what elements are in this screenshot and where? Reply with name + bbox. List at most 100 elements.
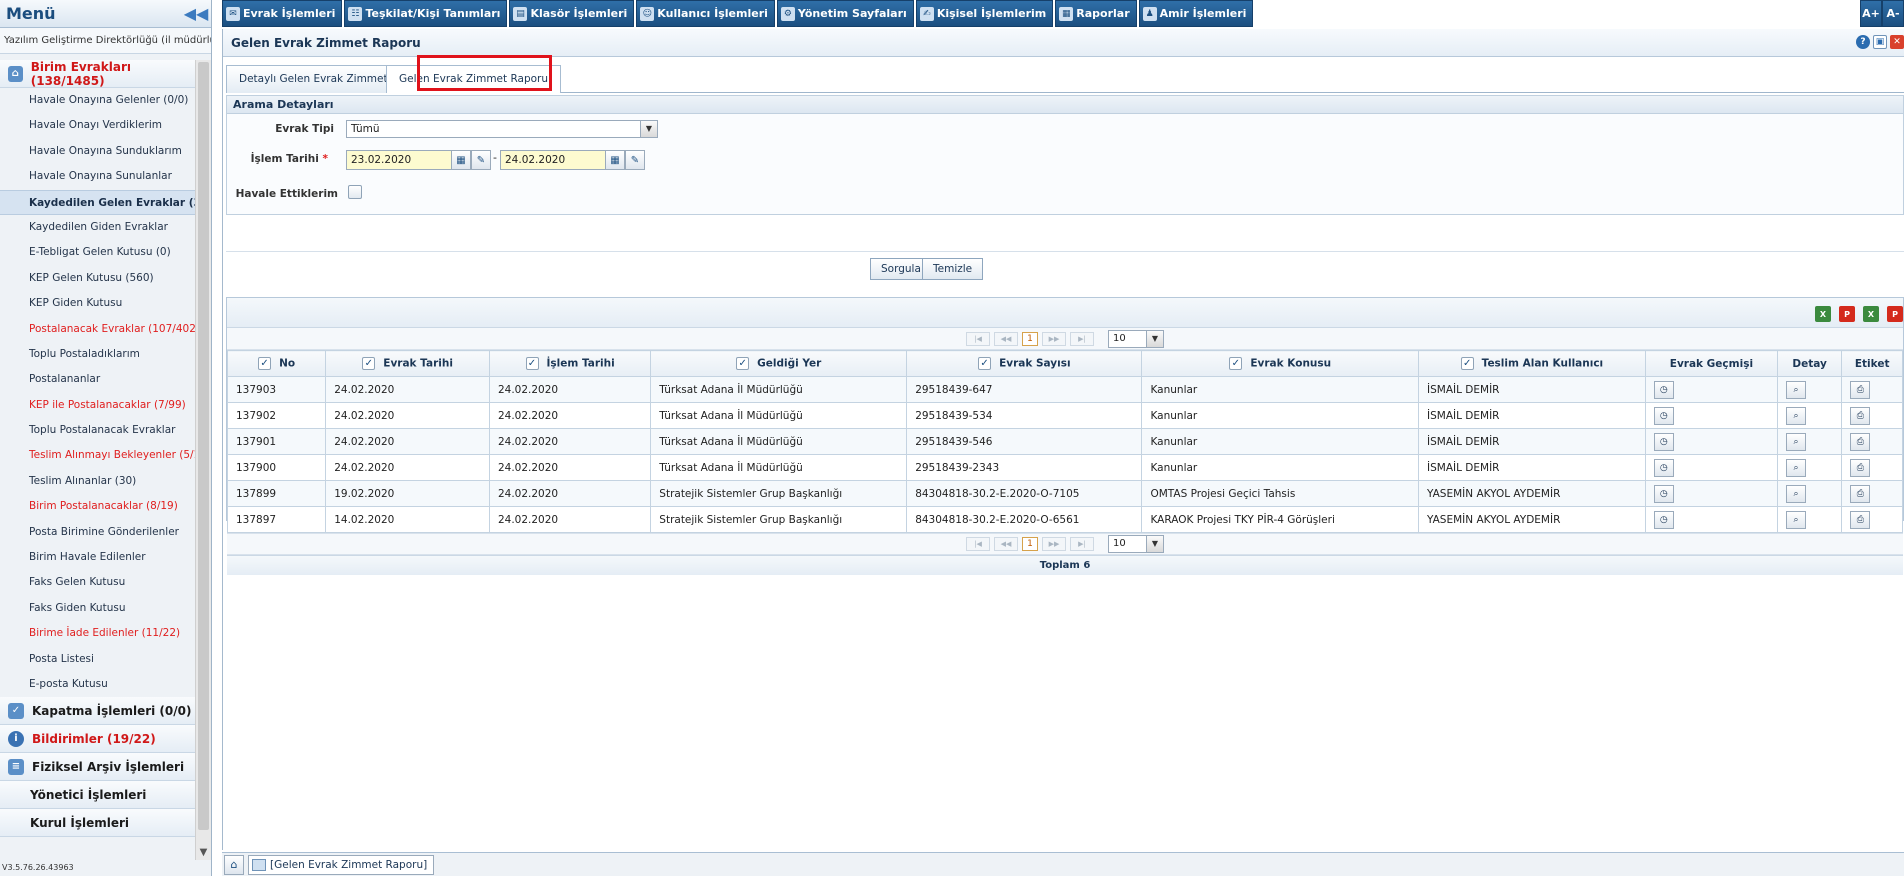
chevron-down-icon[interactable]: ▼ [1146, 536, 1163, 552]
column-header[interactable]: ✓ İşlem Tarihi [488, 350, 652, 377]
chevron-down-icon[interactable]: ▼ [640, 121, 657, 137]
sidebar-item[interactable]: Faks Giden Kutusu [0, 596, 195, 621]
table-row[interactable]: 137899 19.02.2020 24.02.2020 Stratejik Sist… [226, 480, 1903, 507]
sidebar-item[interactable]: E-posta Kutusu [0, 672, 195, 697]
column-header[interactable]: ✓ Geldiği Yer [650, 350, 908, 377]
column-checkbox[interactable]: ✓ [1229, 357, 1243, 370]
table-row[interactable]: 137903 24.02.2020 24.02.2020 Türksat Adana … [226, 376, 1903, 403]
nav-button[interactable]: ⚙ Yönetim Sayfaları [776, 0, 914, 27]
excel-page-export-icon[interactable]: X [1863, 306, 1879, 322]
sidebar-item[interactable]: Birim Postalanacaklar (8/19) [0, 494, 195, 519]
table-row[interactable]: 137902 24.02.2020 24.02.2020 Türksat Adana … [226, 402, 1903, 429]
section-yonetici[interactable]: Yönetici İşlemleri [0, 781, 195, 810]
column-checkbox[interactable]: ✓ [258, 357, 272, 370]
sidebar-scrollbar[interactable]: ▼ [195, 60, 211, 860]
section-bildirimler[interactable]: i Bildirimler (19/22) [0, 725, 195, 754]
detail-search-icon[interactable]: ⌕ [1786, 510, 1807, 529]
history-icon[interactable]: ◷ [1653, 510, 1674, 529]
sidebar-item[interactable]: Havale Onayına Gelenler (0/0) [0, 88, 195, 113]
table-row[interactable]: 137897 14.02.2020 24.02.2020 Stratejik Sist… [226, 506, 1903, 533]
nav-button[interactable]: ♟ Amir İşlemleri [1138, 0, 1254, 27]
detail-search-icon[interactable]: ⌕ [1786, 432, 1807, 451]
print-label-icon[interactable]: ⎙ [1850, 484, 1871, 503]
next-page-icon[interactable]: ▶▶ [1042, 331, 1066, 346]
sidebar-item[interactable]: KEP Giden Kutusu [0, 291, 195, 316]
history-icon[interactable]: ◷ [1653, 484, 1674, 503]
sidebar-item[interactable]: Postalananlar [0, 367, 195, 392]
sidebar-item[interactable]: Havale Onayı Verdiklerim [0, 113, 195, 138]
sidebar-item[interactable]: Posta Listesi [0, 647, 195, 672]
column-checkbox[interactable]: ✓ [1460, 357, 1474, 370]
sidebar-item[interactable]: Kaydedilen Giden Evraklar [0, 215, 195, 240]
font-decrease-button[interactable]: A- [1882, 0, 1904, 27]
current-page[interactable]: 1 [1022, 331, 1038, 346]
table-row[interactable]: 137900 24.02.2020 24.02.2020 Türksat Adana … [226, 454, 1903, 481]
current-page[interactable]: 1 [1022, 537, 1038, 551]
chevron-down-icon[interactable]: ▼ [1146, 330, 1163, 347]
first-page-icon[interactable]: |◀ [966, 537, 990, 551]
scroll-down-icon[interactable]: ▼ [196, 847, 211, 858]
sidebar-item[interactable]: Havale Onayına Sunduklarım [0, 139, 195, 164]
help-icon[interactable]: ? [1856, 35, 1870, 49]
nav-button[interactable]: ▤ Klasör İşlemleri [509, 0, 635, 27]
sidebar-item[interactable]: Birim Havale Edilenler [0, 545, 195, 570]
sidebar-item[interactable]: KEP Gelen Kutusu (560) [0, 266, 195, 291]
sidebar-item[interactable]: Birime İade Edilenler (11/22) [0, 621, 195, 646]
section-kurul[interactable]: Kurul İşlemleri [0, 809, 195, 838]
history-icon[interactable]: ◷ [1653, 380, 1674, 399]
history-icon[interactable]: ◷ [1653, 406, 1674, 425]
print-label-icon[interactable]: ⎙ [1850, 458, 1871, 477]
nav-button[interactable]: ☺ Kullanıcı İşlemleri [636, 0, 775, 27]
sidebar-item[interactable]: KEP ile Postalanacaklar (7/99) [0, 393, 195, 418]
pdf-page-export-icon[interactable]: P [1887, 306, 1903, 322]
sidebar-item[interactable]: Faks Gelen Kutusu [0, 570, 195, 595]
column-header[interactable]: Etiket [1841, 350, 1903, 377]
print-label-icon[interactable]: ⎙ [1850, 406, 1871, 425]
column-checkbox[interactable]: ✓ [362, 357, 376, 370]
sidebar-item[interactable]: Posta Birimine Gönderilenler [0, 520, 195, 545]
sidebar-item[interactable]: Teslim Alınmayı Bekleyenler (5/13) [0, 443, 195, 468]
prev-page-icon[interactable]: ◀◀ [994, 537, 1018, 551]
calendar-icon[interactable]: ▦ [451, 150, 471, 170]
detail-search-icon[interactable]: ⌕ [1786, 406, 1807, 425]
evrak-tipi-select[interactable]: Tümü ▼ [346, 120, 658, 138]
sidebar-item[interactable]: Postalanacak Evraklar (107/402) [0, 317, 195, 342]
print-label-icon[interactable]: ⎙ [1850, 510, 1871, 529]
column-header[interactable]: ✓ Teslim Alan Kullanıcı [1418, 350, 1646, 377]
window-icon[interactable]: ▣ [1873, 35, 1887, 49]
column-header[interactable]: Evrak Geçmişi [1644, 350, 1779, 377]
section-kapatma[interactable]: ✓ Kapatma İşlemleri (0/0) [0, 697, 195, 726]
excel-export-icon[interactable]: X [1815, 306, 1831, 322]
havale-ettiklerim-checkbox[interactable] [348, 185, 362, 199]
detail-search-icon[interactable]: ⌕ [1786, 484, 1807, 503]
column-header[interactable]: ✓ No [226, 350, 327, 377]
clear-date-icon[interactable]: ✎ [625, 150, 645, 170]
first-page-icon[interactable]: |◀ [966, 331, 990, 346]
prev-page-icon[interactable]: ◀◀ [994, 331, 1018, 346]
pdf-export-icon[interactable]: P [1839, 306, 1855, 322]
history-icon[interactable]: ◷ [1653, 458, 1674, 477]
page-size-select[interactable]: 10 ▼ [1108, 535, 1164, 553]
close-icon[interactable]: ✕ [1890, 35, 1904, 49]
print-label-icon[interactable]: ⎙ [1850, 432, 1871, 451]
sidebar-item[interactable]: E-Tebligat Gelen Kutusu (0) [0, 240, 195, 265]
scrollbar-thumb[interactable] [198, 62, 209, 830]
section-fiziksel-arsiv[interactable]: ≡ Fiziksel Arşiv İşlemleri [0, 753, 195, 782]
temizle-button[interactable]: Temizle [922, 258, 984, 280]
nav-button[interactable]: ✉ Evrak İşlemleri [222, 0, 343, 27]
font-increase-button[interactable]: A+ [1860, 0, 1882, 27]
sidebar-item[interactable]: Toplu Postalanacak Evraklar [0, 418, 195, 443]
sidebar-item[interactable]: Kaydedilen Gelen Evraklar (340) [0, 189, 195, 215]
section-birim-evraklari[interactable]: ⌂ Birim Evrakları (138/1485) [0, 60, 195, 88]
column-checkbox[interactable]: ✓ [525, 357, 539, 370]
collapse-sidebar-icon[interactable]: ◀◀ [184, 4, 209, 23]
column-header[interactable]: Detay [1777, 350, 1843, 377]
calendar-icon[interactable]: ▦ [605, 150, 625, 170]
detail-search-icon[interactable]: ⌕ [1786, 380, 1807, 399]
history-icon[interactable]: ◷ [1653, 432, 1674, 451]
column-header[interactable]: ✓ Evrak Tarihi [325, 350, 490, 377]
sidebar-item[interactable]: Havale Onayına Sunulanlar [0, 164, 195, 189]
nav-button[interactable]: ☷ Teşkilat/Kişi Tanımları [344, 0, 508, 27]
column-header[interactable]: ✓ Evrak Sayısı [906, 350, 1143, 377]
print-label-icon[interactable]: ⎙ [1850, 380, 1871, 399]
